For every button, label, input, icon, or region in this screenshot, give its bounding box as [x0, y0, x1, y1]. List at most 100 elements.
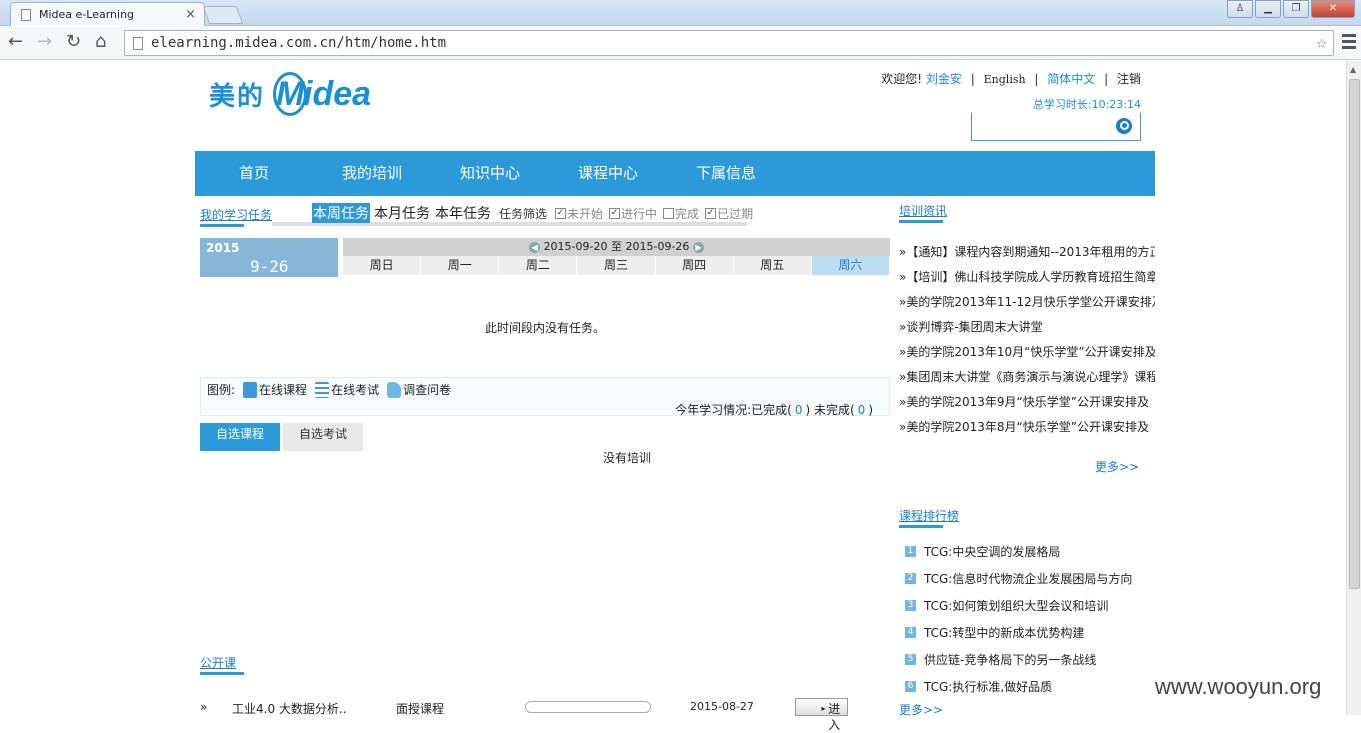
checkbox[interactable]: ✓	[705, 208, 717, 219]
chinese-link[interactable]: 简体中文	[1047, 72, 1095, 86]
ranking-item[interactable]: 2 TCG:信息时代物流企业发展困局与方向	[905, 565, 1155, 592]
main-nav: 首页 我的培训 知识中心 课程中心 下属信息	[195, 151, 1155, 196]
bookmark-star-icon[interactable]: ☆	[1316, 32, 1327, 53]
welcome-text: 欢迎您!	[881, 72, 923, 86]
restore-button[interactable]: ❐	[1283, 0, 1309, 18]
logo-en: Midea	[273, 72, 371, 116]
current-year: 2015	[206, 241, 240, 255]
course-type: 面授课程	[396, 702, 445, 716]
search-input[interactable]	[976, 114, 1106, 138]
filter-in-progress[interactable]: ✓ 进行中	[609, 205, 657, 222]
checkbox[interactable]: ✓	[609, 208, 621, 219]
yearly-stats: 今年学习情况:已完成(0) 未完成(0)	[675, 403, 873, 417]
nav-knowledge-center[interactable]: 知识中心	[431, 151, 549, 196]
logout-link[interactable]: 注销	[1117, 72, 1141, 86]
ranking-title[interactable]: 课程排行榜	[899, 507, 959, 528]
tab-this-week[interactable]: 本周任务	[312, 203, 370, 223]
news-list: »【通知】课程内容到期通知--2013年租用的方正 »【培训】佛山科技学院成人学…	[899, 242, 1155, 442]
ranking-item[interactable]: 4 TCG:转型中的新成本优势构建	[905, 619, 1155, 646]
browser-menu-icon[interactable]	[1342, 34, 1356, 52]
news-item[interactable]: »谈判博弈-集团周末大讲堂	[899, 317, 1155, 342]
url-text: elearning.midea.com.cn/htm/home.htm	[151, 35, 447, 51]
ranking-item[interactable]: 6 TCG:执行标准,做好品质	[905, 673, 1155, 700]
news-item[interactable]: »美的学院2013年9月“快乐学堂”公开课安排及	[899, 392, 1155, 417]
close-window-button[interactable]: ✕	[1311, 0, 1355, 18]
course-name[interactable]: 工业4.0 大数据分析..	[232, 700, 347, 717]
checkbox[interactable]	[663, 208, 675, 219]
news-item[interactable]: »【通知】课程内容到期通知--2013年租用的方正	[899, 242, 1155, 267]
weekday-thu[interactable]: 周四	[655, 256, 734, 275]
nav-home[interactable]: 首页	[195, 151, 313, 196]
nav-my-training[interactable]: 我的培训	[313, 151, 431, 196]
page-content: 美的 Midea 欢迎您! 刘金安 | English | 简体中文 | 注销 …	[195, 62, 1155, 732]
tab-elective-courses[interactable]: 自选课程	[200, 423, 280, 451]
weekday-sat[interactable]: 周六	[811, 256, 890, 275]
no-task-message: 此时间段内没有任务。	[485, 321, 606, 335]
tasks-title[interactable]: 我的学习任务	[200, 206, 272, 227]
news-more-link[interactable]: 更多>>	[1095, 458, 1139, 475]
news-item[interactable]: »集团周末大讲堂《商务演示与演说心理学》课程	[899, 367, 1155, 392]
ranking-item[interactable]: 3 TCG:如何策划组织大型会议和培训	[905, 592, 1155, 619]
page-scrollbar[interactable]: ▲	[1346, 61, 1361, 715]
window-controls: ♙ ▁ ❐ ✕	[1227, 0, 1355, 18]
browser-titlebar: Midea e-Learning × ♙ ▁ ❐ ✕	[0, 0, 1361, 26]
filter-label: 任务筛选	[499, 207, 548, 221]
user-icon[interactable]: ♙	[1227, 0, 1253, 18]
weekday-wed[interactable]: 周三	[577, 256, 656, 275]
news-item[interactable]: »美的学院2013年10月“快乐学堂”公开课安排及	[899, 342, 1155, 367]
tab-this-year[interactable]: 本年任务	[434, 203, 492, 223]
enter-course-button[interactable]: 进 入 ▸	[795, 698, 848, 732]
reload-button[interactable]: ↻	[66, 31, 81, 52]
filter-expired[interactable]: ✓ 已过期	[705, 205, 753, 222]
tab-close-icon[interactable]: ×	[185, 7, 196, 22]
page-icon	[21, 8, 31, 21]
legend-online-exam: 在线考试	[331, 383, 380, 397]
ranking-more-link[interactable]: 更多>>	[899, 701, 943, 718]
legend-online-course: 在线课程	[259, 383, 308, 397]
news-title[interactable]: 培训资讯	[899, 202, 947, 223]
page-icon	[133, 36, 143, 50]
scroll-up-icon[interactable]: ▲	[1350, 65, 1356, 74]
new-tab-button[interactable]	[202, 6, 244, 24]
current-date: 2015 9-26	[200, 238, 338, 277]
legend-survey: 调查问卷	[403, 383, 452, 397]
forward-button[interactable]: →	[37, 31, 52, 52]
checkbox[interactable]: ✓	[555, 208, 567, 219]
minimize-button[interactable]: ▁	[1255, 0, 1281, 18]
filter-not-started[interactable]: ✓ 未开始	[555, 205, 603, 222]
ranking-item[interactable]: 5 供应链-竞争格局下的另一条战线	[905, 646, 1155, 673]
username-link[interactable]: 刘金安	[926, 72, 962, 86]
tab-elective-exams[interactable]: 自选考试	[283, 423, 363, 451]
uncompleted-count[interactable]: 0	[858, 403, 866, 417]
open-course-title[interactable]: 公开课	[200, 654, 245, 675]
scroll-thumb[interactable]	[1349, 79, 1360, 589]
prev-week-icon[interactable]: ◀	[529, 241, 541, 253]
online-course-icon	[243, 381, 258, 398]
news-item[interactable]: »【培训】佛山科技学院成人学历教育班招生简章	[899, 267, 1155, 292]
tab-this-month[interactable]: 本月任务	[373, 203, 431, 223]
open-course-row: » 工业4.0 大数据分析.. 面授课程 2015-08-27 进 入 ▸	[200, 698, 860, 732]
weekday-tue[interactable]: 周二	[499, 256, 578, 275]
completed-count[interactable]: 0	[795, 403, 803, 417]
next-week-icon[interactable]: ▶	[692, 241, 704, 253]
english-link[interactable]: English	[984, 73, 1026, 86]
browser-tab[interactable]: Midea e-Learning ×	[10, 2, 205, 26]
legend-panel: 图例: 在线课程 在线考试 调查问卷 今年学习情况:已完成(0) 未完成(0)	[200, 377, 890, 417]
weekday-sun[interactable]: 周日	[343, 256, 422, 275]
weekday-mon[interactable]: 周一	[421, 256, 500, 275]
nav-course-center[interactable]: 课程中心	[549, 151, 667, 196]
back-button[interactable]: ←	[8, 31, 23, 52]
news-item[interactable]: »美的学院2013年8月“快乐学堂”公开课安排及	[899, 417, 1155, 442]
filter-completed[interactable]: 完成	[663, 205, 699, 222]
nav-subordinate-info[interactable]: 下属信息	[667, 151, 785, 196]
task-filter: 任务筛选 ✓ 未开始 ✓ 进行中 完成 ✓ 已过期	[499, 205, 757, 222]
address-bar[interactable]: elearning.midea.com.cn/htm/home.htm ☆	[124, 30, 1334, 56]
online-exam-icon	[315, 381, 330, 398]
midea-logo[interactable]: 美的 Midea	[209, 72, 371, 116]
task-tabs: 本周任务 本月任务 本年任务	[312, 203, 495, 223]
home-button[interactable]: ⌂	[95, 31, 106, 52]
news-item[interactable]: »美的学院2013年11-12月快乐学堂公开课安排及	[899, 292, 1155, 317]
weekday-fri[interactable]: 周五	[733, 256, 812, 275]
search-icon[interactable]	[1116, 118, 1132, 134]
ranking-item[interactable]: 1 TCG:中央空调的发展格局	[905, 538, 1155, 565]
